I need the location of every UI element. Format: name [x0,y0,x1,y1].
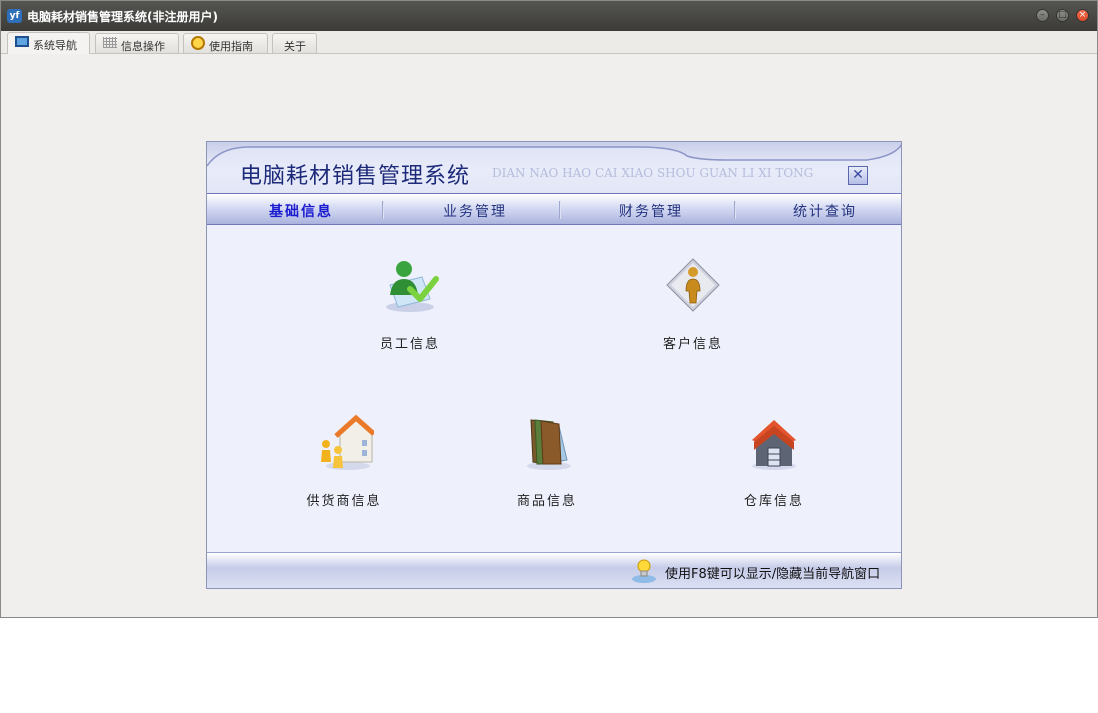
customer-info-button[interactable]: 客户信息 [633,255,753,352]
panel-title: 电脑耗材销售管理系统 [240,164,471,189]
tab-label: 关于 [284,40,306,53]
tab-label: 系统导航 [33,39,77,52]
panel-title-pinyin: DIAN NAO HAO CAI XIAO SHOU GUAN LI XI TO… [492,166,814,180]
menu-separator [382,201,384,219]
grid-icon [103,37,117,48]
navigation-panel: 电脑耗材销售管理系统 DIAN NAO HAO CAI XIAO SHOU GU… [206,141,902,589]
employee-icon [386,261,439,312]
title-bar[interactable]: yf 电脑耗材销售管理系统(非注册用户) – □ × [1,1,1097,31]
lightbulb-icon [632,559,656,583]
tab-user-guide[interactable]: 使用指南 [183,33,268,53]
warehouse-icon [752,420,796,470]
supplier-info-button[interactable]: 供货商信息 [284,412,404,509]
panel-header: 电脑耗材销售管理系统 DIAN NAO HAO CAI XIAO SHOU GU… [207,142,901,194]
monitor-icon [15,36,29,47]
tab-system-navigation[interactable]: 系统导航 [7,32,90,54]
function-label: 客户信息 [662,337,723,352]
tab-strip: 系统导航 信息操作 使用指南 关于 [1,31,1097,54]
close-button[interactable]: × [1076,9,1089,22]
warehouse-info-button[interactable]: 仓库信息 [714,412,834,509]
menu-separator [734,201,736,219]
panel-menu-bar: 基础信息 业务管理 财务管理 统计查询 [207,193,901,225]
supplier-icon [321,414,376,470]
tab-about[interactable]: 关于 [272,33,317,53]
function-label: 供货商信息 [306,494,382,509]
help-globe-icon [191,36,205,50]
yf-logo-icon: yf [7,9,22,23]
maximize-button[interactable]: □ [1056,9,1069,22]
menu-business-management[interactable]: 业务管理 [443,201,507,221]
menu-finance-management[interactable]: 财务管理 [619,201,683,221]
minimize-icon: – [1040,10,1045,20]
product-books-icon [527,419,571,470]
minimize-button[interactable]: – [1036,9,1049,22]
menu-basic-info[interactable]: 基础信息 [269,201,333,221]
function-label: 商品信息 [516,494,577,509]
menu-statistics-query[interactable]: 统计查询 [793,201,857,221]
window-title: 电脑耗材销售管理系统(非注册用户) [27,10,218,24]
panel-close-button[interactable]: ✕ [848,166,868,185]
function-label: 员工信息 [379,337,440,352]
panel-footer: 使用F8键可以显示/隐藏当前导航窗口 [207,552,901,588]
tab-information-operation[interactable]: 信息操作 [95,33,179,53]
maximize-icon: □ [1058,10,1067,20]
close-icon: × [1078,10,1087,20]
footer-hint: 使用F8键可以显示/隐藏当前导航窗口 [665,567,881,582]
function-label: 仓库信息 [743,494,804,509]
main-window: yf 电脑耗材销售管理系统(非注册用户) – □ × 系统导航 信息操作 使用指… [0,0,1098,618]
customer-icon [666,258,720,312]
menu-separator [559,201,561,219]
product-info-button[interactable]: 商品信息 [487,412,607,509]
employee-info-button[interactable]: 员工信息 [350,255,470,352]
close-icon: ✕ [852,167,864,183]
tab-label: 信息操作 [121,40,165,53]
tab-label: 使用指南 [209,40,253,53]
